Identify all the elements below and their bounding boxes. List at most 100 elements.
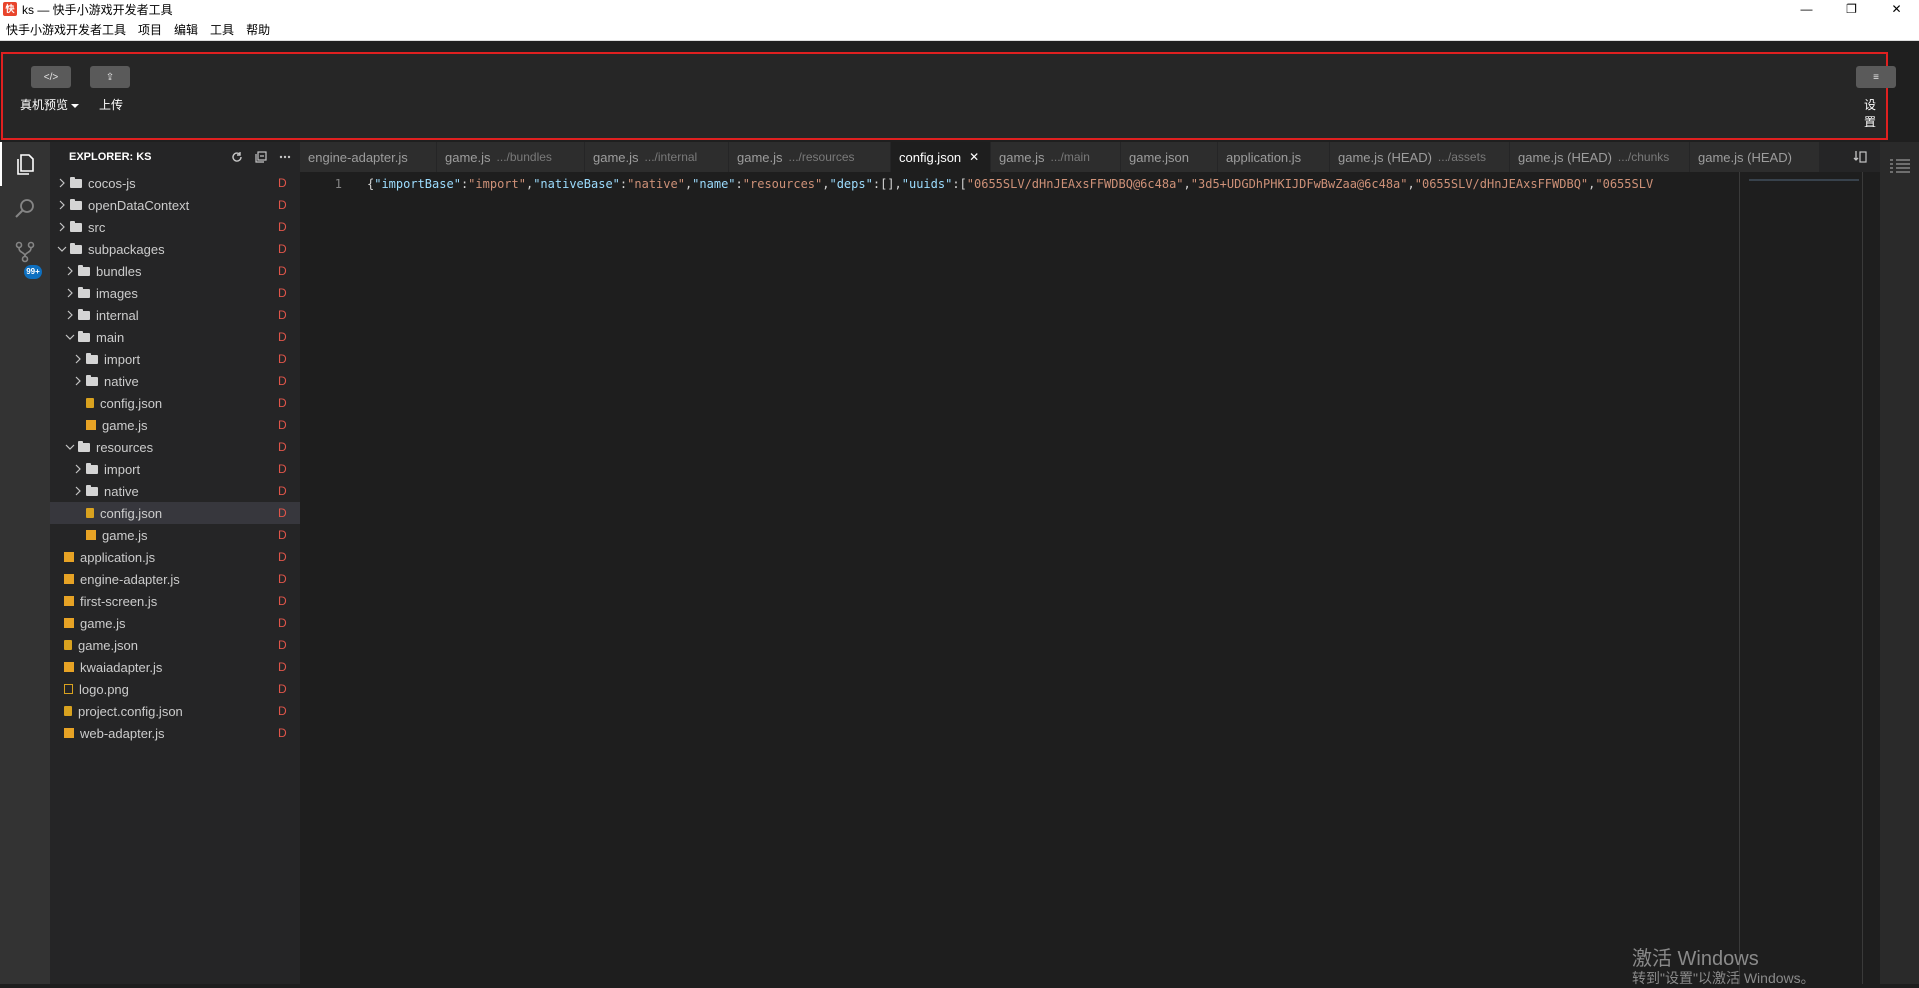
collapse-all-icon[interactable] [254,150,268,164]
editor-tab[interactable]: game.js (HEAD) [1690,142,1820,172]
tab-label: config.json [899,149,962,165]
tree-file[interactable]: config.json D [50,392,300,414]
editor-tab[interactable]: game.js .../resources [729,142,891,172]
code-icon: </> [43,71,59,83]
editor-tab[interactable]: game.js (HEAD) .../assets [1330,142,1510,172]
tree-item-label: config.json [100,505,163,521]
folder-icon [86,462,98,474]
close-tab-icon[interactable]: ✕ [969,150,979,164]
tree-file[interactable]: kwaiadapter.js D [50,656,300,678]
editor-tab[interactable]: engine-adapter.js [300,142,437,172]
png-file-icon [64,684,73,694]
tree-folder[interactable]: cocos-js D [50,172,300,194]
folder-icon [78,308,90,320]
editor-tab[interactable]: game.js (HEAD) .../chunks [1510,142,1690,172]
tree-file[interactable]: application.js D [50,546,300,568]
git-status-badge: D [278,660,287,674]
tree-folder[interactable]: import D [50,348,300,370]
tab-label: game.js (HEAD) [1338,149,1432,165]
chevron-right-icon [72,463,84,475]
editor-tab[interactable]: game.js .../internal [585,142,729,172]
tree-folder[interactable]: openDataContext D [50,194,300,216]
folder-icon [70,198,82,210]
compare-changes-icon[interactable] [1840,142,1880,172]
js-file-icon [64,574,74,584]
editor-tab[interactable]: config.json ✕ [891,142,991,172]
tree-file[interactable]: engine-adapter.js D [50,568,300,590]
code-token: "importBase" [374,177,461,191]
close-window-button[interactable]: ✕ [1874,0,1919,18]
git-status-badge: D [278,264,287,278]
git-status-badge: D [278,352,287,366]
minimap-divider [1739,172,1740,984]
menu-tools[interactable]: 工具 [204,21,240,38]
tree-file[interactable]: project.config.json D [50,700,300,722]
tree-file[interactable]: game.js D [50,414,300,436]
tab-label: game.js (HEAD) [1698,149,1792,165]
menu-edit[interactable]: 编辑 [168,21,204,38]
tree-item-label: cocos-js [88,175,136,191]
tree-folder[interactable]: images D [50,282,300,304]
folder-icon [78,286,90,298]
outline-list-icon[interactable] [1890,158,1910,179]
editor-tab[interactable]: application.js [1218,142,1330,172]
preview-label[interactable]: 真机预览 [20,96,80,113]
chevron-right-icon [72,353,84,365]
tree-folder[interactable]: internal D [50,304,300,326]
tree-folder[interactable]: native D [50,370,300,392]
tree-file[interactable]: first-screen.js D [50,590,300,612]
editor-tab[interactable]: game.js .../bundles [437,142,585,172]
explorer-title: EXPLORER: KS [69,151,152,163]
tab-label: application.js [1226,149,1302,165]
explorer-activity-icon[interactable] [0,142,50,186]
explorer-sidebar: EXPLORER: KS cocos-js DopenDataContext Dsr… [50,142,300,984]
upload-button[interactable]: ⇪ [90,66,130,88]
tree-folder[interactable]: bundles D [50,260,300,282]
js-file-icon [64,662,74,672]
editor-tab[interactable]: game.js .../main [991,142,1121,172]
tab-label: game.json [1129,149,1189,165]
menu-project[interactable]: 项目 [132,21,168,38]
settings-label[interactable]: 设置 [1864,96,1886,130]
tree-item-label: import [104,461,141,477]
refresh-icon[interactable] [230,150,244,164]
toolbar: </> 真机预览 ⇪ 上传 ≡ 设置 [1,52,1896,140]
tab-label: game.js [593,149,639,165]
menu-bar: 快手小游戏开发者工具 项目 编辑 工具 帮助 [0,18,1919,41]
tree-file[interactable]: game.json D [50,634,300,656]
tree-file[interactable]: config.json D [50,502,300,524]
tree-file[interactable]: game.js D [50,524,300,546]
tree-folder[interactable]: resources D [50,436,300,458]
chevron-down-icon [64,331,76,343]
tree-file[interactable]: web-adapter.js D [50,722,300,744]
tab-bar: engine-adapter.js game.js .../bundles game.… [300,142,1880,172]
tree-file[interactable]: game.js D [50,612,300,634]
tree-item-label: game.js [102,527,148,543]
minimize-button[interactable]: — [1784,0,1829,18]
more-actions-icon[interactable] [278,150,292,164]
menu-app[interactable]: 快手小游戏开发者工具 [0,21,132,38]
js-file-icon [64,596,74,606]
tree-folder[interactable]: import D [50,458,300,480]
vertical-scrollbar[interactable] [1862,172,1863,984]
tree-item-label: main [96,329,125,345]
code-line[interactable]: {"importBase":"import","nativeBase":"nat… [367,177,1653,191]
editor-tab[interactable]: game.json [1121,142,1218,172]
maximize-button[interactable]: ❐ [1829,0,1874,18]
tree-file[interactable]: logo.png D [50,678,300,700]
settings-button[interactable]: ≡ [1856,66,1896,88]
window-controls: — ❐ ✕ [1784,0,1919,18]
preview-button[interactable]: </> [31,66,71,88]
tree-folder[interactable]: native D [50,480,300,502]
tree-folder[interactable]: src D [50,216,300,238]
upload-label[interactable]: 上传 [99,96,123,113]
explorer-actions [230,150,292,164]
chevron-right-icon [56,177,68,189]
tree-folder[interactable]: subpackages D [50,238,300,260]
menu-help[interactable]: 帮助 [240,21,276,38]
code-token: "0655SLV/dHnJEAxsFFWDBQ@6c48a" [966,177,1184,191]
git-status-badge: D [278,506,287,520]
tree-folder[interactable]: main D [50,326,300,348]
tab-description: .../chunks [1617,150,1670,164]
search-activity-icon[interactable] [0,186,50,230]
